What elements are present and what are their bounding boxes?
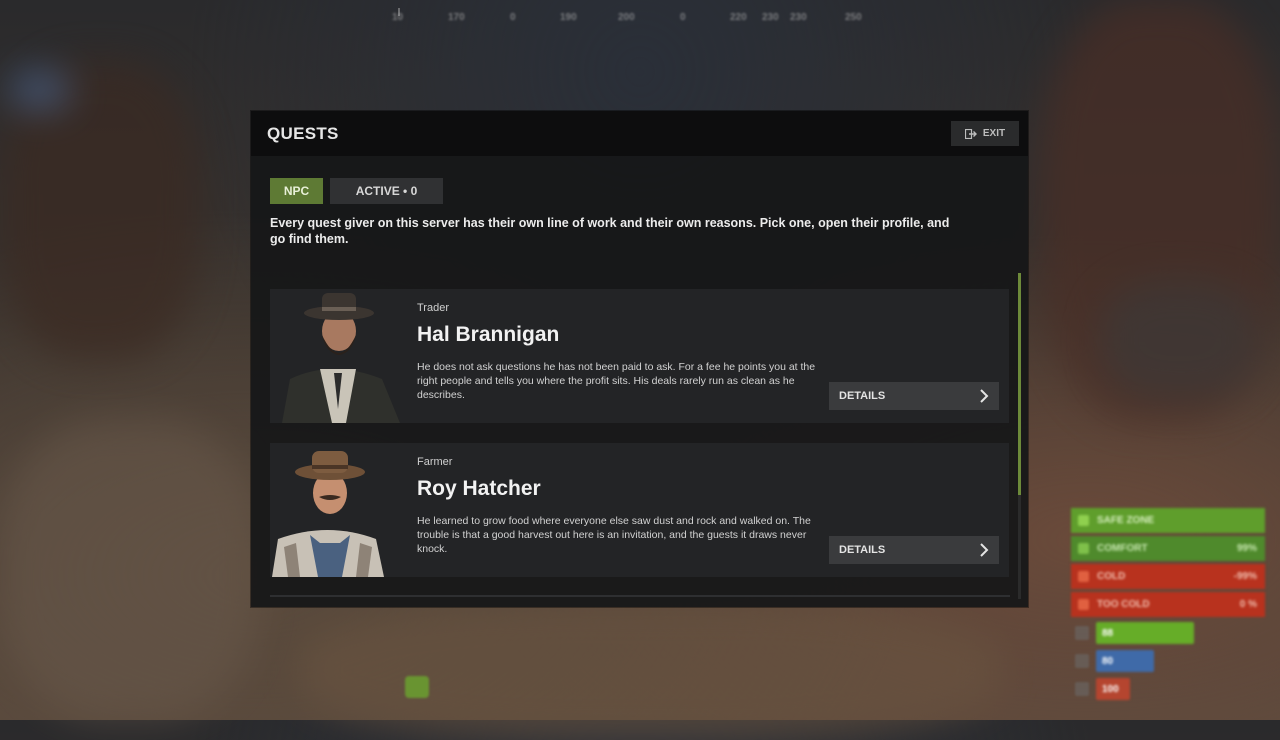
details-label: DETAILS [839, 544, 886, 556]
details-label: DETAILS [839, 390, 886, 402]
npc-list-scrollbar[interactable] [1018, 273, 1021, 599]
hydration-bar: 80 [1096, 650, 1154, 672]
list-divider [270, 595, 1010, 597]
food-icon [1075, 682, 1089, 696]
details-button[interactable]: DETAILS [829, 382, 999, 410]
comfort-icon [1078, 543, 1089, 554]
npc-description: He learned to grow food where everyone e… [417, 515, 811, 555]
safe-zone-indicator: SAFE ZONE [1071, 508, 1265, 533]
scrollbar-thumb[interactable] [1018, 273, 1021, 495]
intro-text: Every quest giver on this server has the… [270, 216, 950, 246]
details-button[interactable]: DETAILS [829, 536, 999, 564]
tab-active[interactable]: ACTIVE • 0 [330, 178, 443, 204]
npc-description: He does not ask questions he has not bee… [417, 361, 816, 401]
compass-label: 200 [618, 12, 635, 23]
food-stat: 100 [1071, 678, 1265, 700]
chevron-right-icon [980, 543, 989, 557]
npc-name: Hal Brannigan [417, 323, 560, 346]
compass-label: 230 [762, 12, 779, 23]
safe-zone-label: SAFE ZONE [1097, 515, 1155, 526]
comfort-label: COMFORT [1097, 543, 1148, 554]
panel-header: QUESTS EXIT [251, 111, 1028, 156]
compass-label: 10 [392, 12, 404, 23]
exit-icon [964, 128, 977, 139]
npc-name: Roy Hatcher [417, 477, 541, 500]
compass-label: 0 [680, 12, 686, 23]
npc-list: Trader Hal Brannigan He does not ask que… [270, 289, 1010, 599]
too-cold-label: TOO COLD [1097, 599, 1150, 610]
cold-label: COLD [1097, 571, 1126, 582]
tab-npc[interactable]: NPC [270, 178, 323, 204]
compass-label: 220 [730, 12, 747, 23]
compass-label: 170 [448, 12, 465, 23]
status-effect-icon [405, 676, 429, 698]
cold-icon [1078, 571, 1089, 582]
compass-label: 0 [510, 12, 516, 23]
chevron-right-icon [980, 389, 989, 403]
health-bar: 88 [1096, 622, 1194, 644]
thermometer-icon [1078, 599, 1089, 610]
comfort-value: 99% [1236, 543, 1257, 554]
shield-icon [1078, 515, 1089, 526]
exit-button[interactable]: EXIT [951, 121, 1019, 146]
too-cold-value: 0 % [1239, 599, 1257, 610]
health-icon [1075, 626, 1089, 640]
compass-label: 230 [790, 12, 807, 23]
npc-portrait-trader [272, 289, 406, 423]
npc-role: Farmer [417, 456, 453, 468]
comfort-indicator: COMFORT 99% [1071, 536, 1265, 561]
panel-title: QUESTS [267, 124, 339, 143]
cold-indicator: COLD -99% [1071, 564, 1265, 589]
quests-panel: QUESTS EXIT NPC ACTIVE • 0 Every quest g… [251, 111, 1028, 607]
npc-card-hal-brannigan: Trader Hal Brannigan He does not ask que… [270, 289, 1009, 423]
compass-label: 250 [845, 12, 862, 23]
too-cold-indicator: TOO COLD 0 % [1071, 592, 1265, 617]
food-bar: 100 [1096, 678, 1130, 700]
health-stat: 88 [1071, 622, 1265, 644]
tab-bar: NPC ACTIVE • 0 [270, 178, 443, 204]
npc-portrait-farmer [272, 443, 406, 577]
compass-label: 190 [560, 12, 577, 23]
npc-role: Trader [417, 302, 449, 314]
cold-value: -99% [1233, 571, 1257, 582]
water-icon [1075, 654, 1089, 668]
exit-label: EXIT [982, 128, 1006, 139]
hydration-stat: 80 [1071, 650, 1265, 672]
npc-card-roy-hatcher: Farmer Roy Hatcher He learned to grow fo… [270, 443, 1009, 577]
compass-bar: 10 170 0 190 200 0 220 230 230 250 [390, 8, 870, 30]
